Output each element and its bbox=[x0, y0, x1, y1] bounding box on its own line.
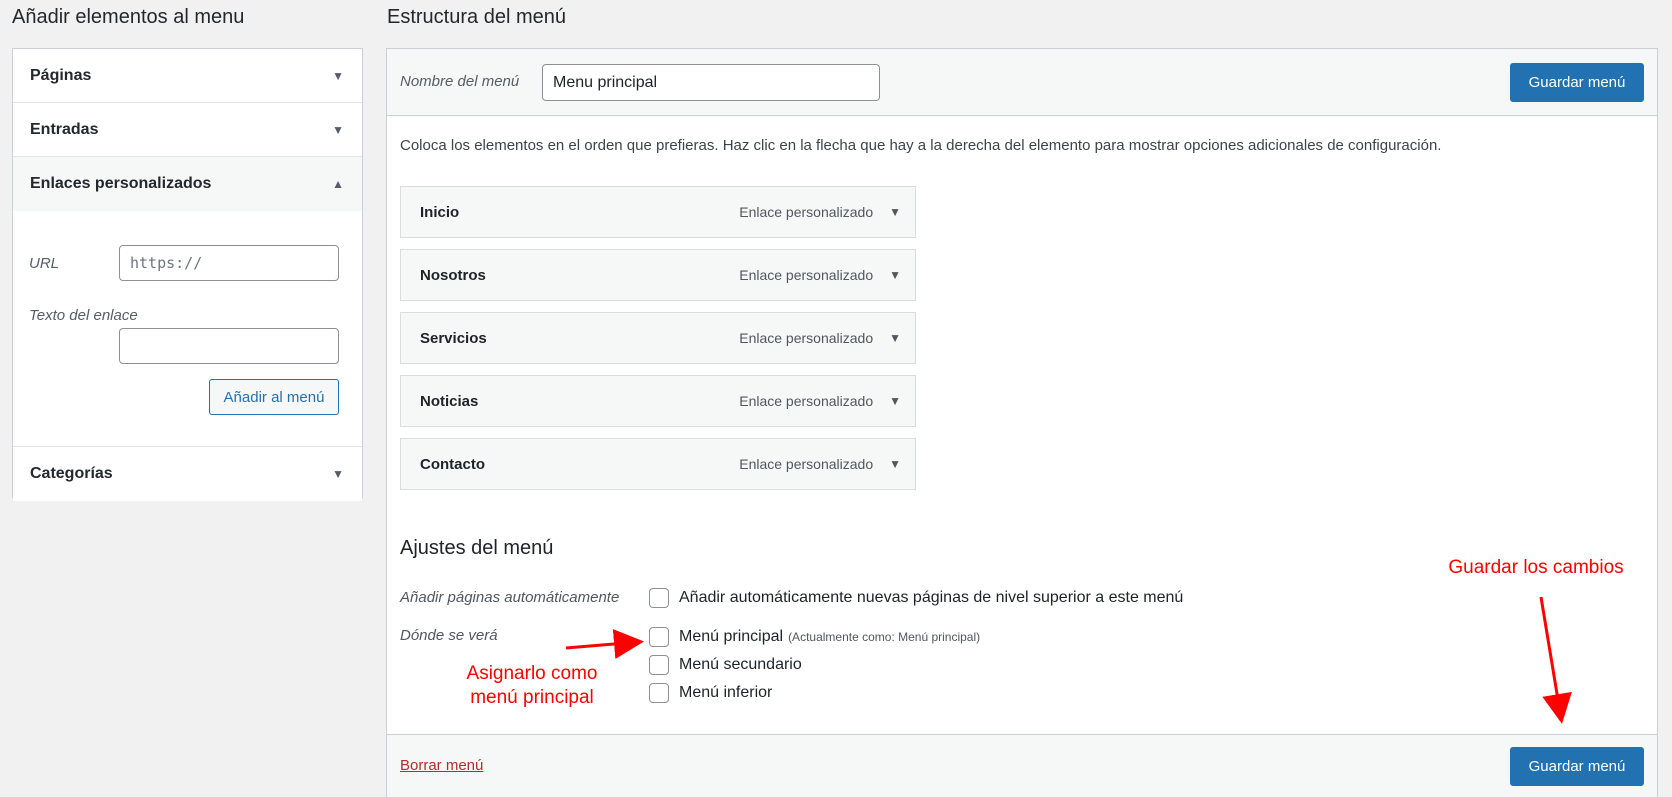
chevron-down-icon: ▼ bbox=[332, 68, 344, 83]
menu-settings-title: Ajustes del menú bbox=[400, 537, 554, 559]
chevron-down-icon[interactable]: ▼ bbox=[889, 394, 901, 408]
accordion-posts-label: Entradas bbox=[30, 120, 99, 138]
chevron-down-icon[interactable]: ▼ bbox=[889, 268, 901, 282]
link-text-label: Texto del enlace bbox=[29, 307, 138, 324]
menu-item-title: Nosotros bbox=[420, 266, 486, 284]
menu-item-type: Enlace personalizado bbox=[739, 393, 874, 409]
menu-instructions: Coloca los elementos en el orden que pre… bbox=[400, 137, 1442, 154]
menu-name-input[interactable]: Menu principal bbox=[542, 64, 880, 101]
menu-item-type: Enlace personalizado bbox=[739, 330, 874, 346]
primary-menu-checkbox[interactable] bbox=[649, 627, 669, 647]
menu-item[interactable]: Inicio Enlace personalizado ▼ bbox=[400, 186, 916, 238]
menu-item-title: Inicio bbox=[420, 203, 460, 221]
right-column-title: Estructura del menú bbox=[387, 6, 566, 28]
chevron-down-icon[interactable]: ▼ bbox=[889, 205, 901, 219]
annotation-assign-line2: menú principal bbox=[470, 687, 594, 708]
save-menu-button[interactable]: Guardar menú bbox=[1510, 63, 1644, 102]
menu-footer: Borrar menú Guardar menú bbox=[387, 734, 1657, 797]
menu-item-title: Noticias bbox=[420, 392, 479, 410]
accordion-custom-links-label: Enlaces personalizados bbox=[30, 175, 212, 192]
location-option-note: (Actualmente como: Menú principal) bbox=[788, 630, 981, 644]
location-option-label: Menú inferior bbox=[679, 684, 773, 701]
add-items-accordion: Páginas ▼ Entradas ▼ Enlaces personaliza… bbox=[12, 48, 363, 501]
url-input[interactable]: https:// bbox=[119, 245, 339, 281]
menu-item[interactable]: Contacto Enlace personalizado ▼ bbox=[400, 438, 916, 490]
menu-name-label: Nombre del menú bbox=[400, 73, 520, 90]
location-option-secondary[interactable]: Menú secundario bbox=[649, 655, 802, 675]
menu-item-title: Contacto bbox=[420, 455, 485, 473]
accordion-categories[interactable]: Categorías ▼ bbox=[13, 447, 362, 501]
accordion-custom-links[interactable]: Enlaces personalizados ▲ bbox=[13, 157, 362, 211]
accordion-categories-label: Categorías bbox=[30, 465, 113, 482]
link-text-input[interactable] bbox=[119, 328, 339, 364]
chevron-down-icon: ▼ bbox=[332, 467, 344, 481]
location-option-footer[interactable]: Menú inferior bbox=[649, 683, 772, 703]
menu-item-type: Enlace personalizado bbox=[739, 267, 874, 283]
save-menu-button-bottom[interactable]: Guardar menú bbox=[1510, 747, 1644, 786]
menu-header: Nombre del menú Menu principal Guardar m… bbox=[387, 49, 1657, 116]
chevron-down-icon[interactable]: ▼ bbox=[889, 457, 901, 471]
accordion-posts[interactable]: Entradas ▼ bbox=[13, 103, 362, 157]
url-label: URL bbox=[29, 255, 60, 272]
location-option-label: Menú principal bbox=[679, 628, 784, 645]
menu-item[interactable]: Servicios Enlace personalizado ▼ bbox=[400, 312, 916, 364]
add-to-menu-button[interactable]: Añadir al menú bbox=[209, 379, 339, 415]
secondary-menu-checkbox[interactable] bbox=[649, 655, 669, 675]
footer-menu-checkbox[interactable] bbox=[649, 683, 669, 703]
custom-links-form: URL https:// Texto del enlace Añadir al … bbox=[13, 211, 362, 447]
auto-add-label: Añadir páginas automáticamente bbox=[400, 589, 620, 606]
left-column-title: Añadir elementos al menu bbox=[12, 6, 245, 28]
annotation-save-changes: Guardar los cambios bbox=[1448, 557, 1624, 578]
menu-item-title: Servicios bbox=[420, 329, 487, 347]
accordion-pages[interactable]: Páginas ▼ bbox=[13, 49, 362, 103]
delete-menu-link[interactable]: Borrar menú bbox=[400, 757, 483, 774]
annotation-assign-line1: Asignarlo como bbox=[466, 663, 598, 684]
location-label: Dónde se verá bbox=[400, 627, 498, 644]
auto-add-checkbox[interactable] bbox=[649, 588, 669, 608]
menu-item-type: Enlace personalizado bbox=[739, 204, 874, 220]
chevron-up-icon: ▲ bbox=[332, 177, 344, 191]
menu-item[interactable]: Nosotros Enlace personalizado ▼ bbox=[400, 249, 916, 301]
auto-add-option-label: Añadir automáticamente nuevas páginas de… bbox=[679, 589, 1184, 606]
menu-item-type: Enlace personalizado bbox=[739, 456, 874, 472]
accordion-pages-label: Páginas bbox=[30, 66, 92, 84]
chevron-down-icon: ▼ bbox=[332, 122, 344, 137]
location-option-primary[interactable]: Menú principal (Actualmente como: Menú p… bbox=[649, 627, 980, 647]
location-option-label: Menú secundario bbox=[679, 656, 802, 673]
menu-item[interactable]: Noticias Enlace personalizado ▼ bbox=[400, 375, 916, 427]
chevron-down-icon[interactable]: ▼ bbox=[889, 331, 901, 345]
auto-add-option[interactable]: Añadir automáticamente nuevas páginas de… bbox=[649, 588, 1183, 608]
